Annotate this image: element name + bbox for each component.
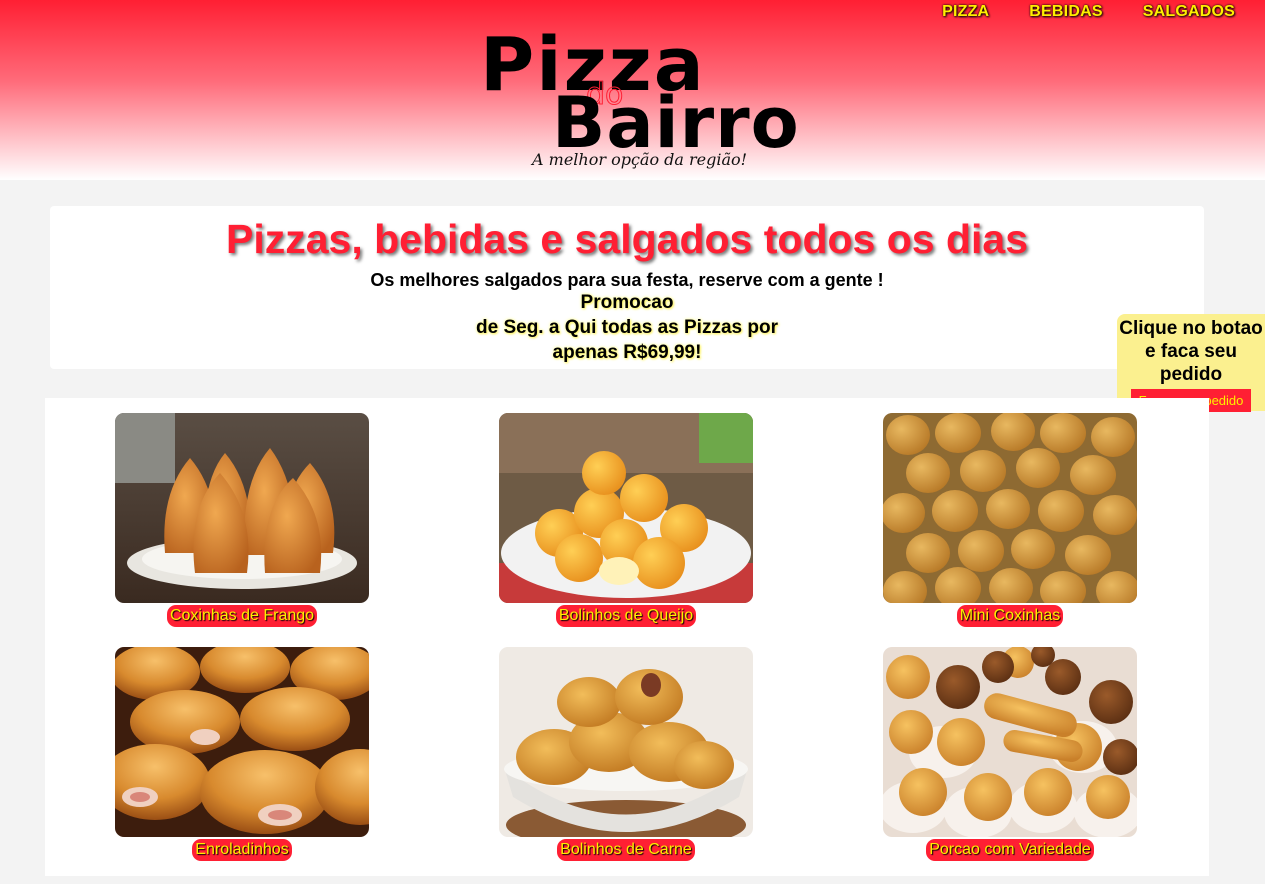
order-widget-text: Clique no botao e faca seu pedido <box>1119 318 1263 385</box>
product-label[interactable]: Porcao com Variedade <box>926 839 1094 861</box>
promo-line-1: Promocao <box>580 292 674 313</box>
product-card[interactable]: Bolinhos de Queijo <box>499 413 753 627</box>
product-label[interactable]: Enroladinhos <box>192 839 292 861</box>
nav-pizza[interactable]: PIZZA <box>942 3 989 21</box>
bolinhos-carne-image <box>499 647 753 837</box>
site-header: PIZZA BEBIDAS SALGADOS Pizza do Bairro A… <box>0 0 1265 180</box>
product-label[interactable]: Mini Coxinhas <box>956 605 1064 627</box>
porcao-variedade-image <box>883 647 1137 837</box>
promo-banner: Pizzas, bebidas e salgados todos os dias… <box>50 206 1204 369</box>
product-card[interactable]: Mini Coxinhas <box>883 413 1137 627</box>
banner-title: Pizzas, bebidas e salgados todos os dias <box>225 216 1029 262</box>
product-card[interactable]: Coxinhas de Frango <box>115 413 369 627</box>
promo-line-2: de Seg. a Qui todas as Pizzas por <box>476 317 778 338</box>
order-widget: Clique no botao e faca seu pedido Fazer … <box>1117 314 1265 412</box>
coxinhas-image <box>115 413 369 603</box>
site-logo[interactable]: Pizza do Bairro A melhor opção da região… <box>480 28 799 178</box>
product-label[interactable]: Bolinhos de Carne <box>557 839 695 861</box>
logo-word-bairro: Bairro <box>552 82 800 164</box>
mini-coxinhas-image <box>883 413 1137 603</box>
product-card[interactable]: Bolinhos de Carne <box>499 647 753 861</box>
promo-line-3: apenas R$69,99! <box>552 342 702 363</box>
main-nav: PIZZA BEBIDAS SALGADOS <box>942 3 1235 21</box>
banner-subtitle: Os melhores salgados para sua festa, res… <box>370 270 884 290</box>
logo-tagline: A melhor opção da região! <box>532 150 748 169</box>
nav-salgados[interactable]: SALGADOS <box>1143 3 1235 21</box>
product-card[interactable]: Porcao com Variedade <box>883 647 1137 861</box>
promo-text: Promocao de Seg. a Qui todas as Pizzas p… <box>476 290 778 365</box>
enroladinhos-image <box>115 647 369 837</box>
product-label[interactable]: Coxinhas de Frango <box>166 605 318 627</box>
product-grid: Coxinhas de Frango Bolinhos de Queijo Mi… <box>45 398 1209 876</box>
bolinhos-queijo-image <box>499 413 753 603</box>
product-card[interactable]: Enroladinhos <box>115 647 369 861</box>
product-label[interactable]: Bolinhos de Queijo <box>555 605 697 627</box>
nav-bebidas[interactable]: BEBIDAS <box>1029 3 1102 21</box>
